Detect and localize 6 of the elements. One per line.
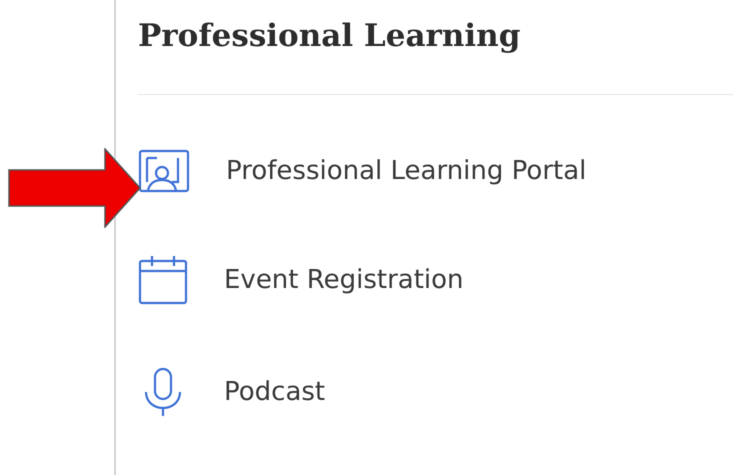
menu-link[interactable]: Podcast [138, 367, 733, 417]
calendar-icon [138, 255, 190, 305]
menu-link[interactable]: Professional Learning Portal [138, 149, 733, 193]
menu-link[interactable]: Event Registration [138, 255, 733, 305]
presenter-icon [138, 149, 192, 193]
section-title: Professional Learning [138, 18, 733, 95]
